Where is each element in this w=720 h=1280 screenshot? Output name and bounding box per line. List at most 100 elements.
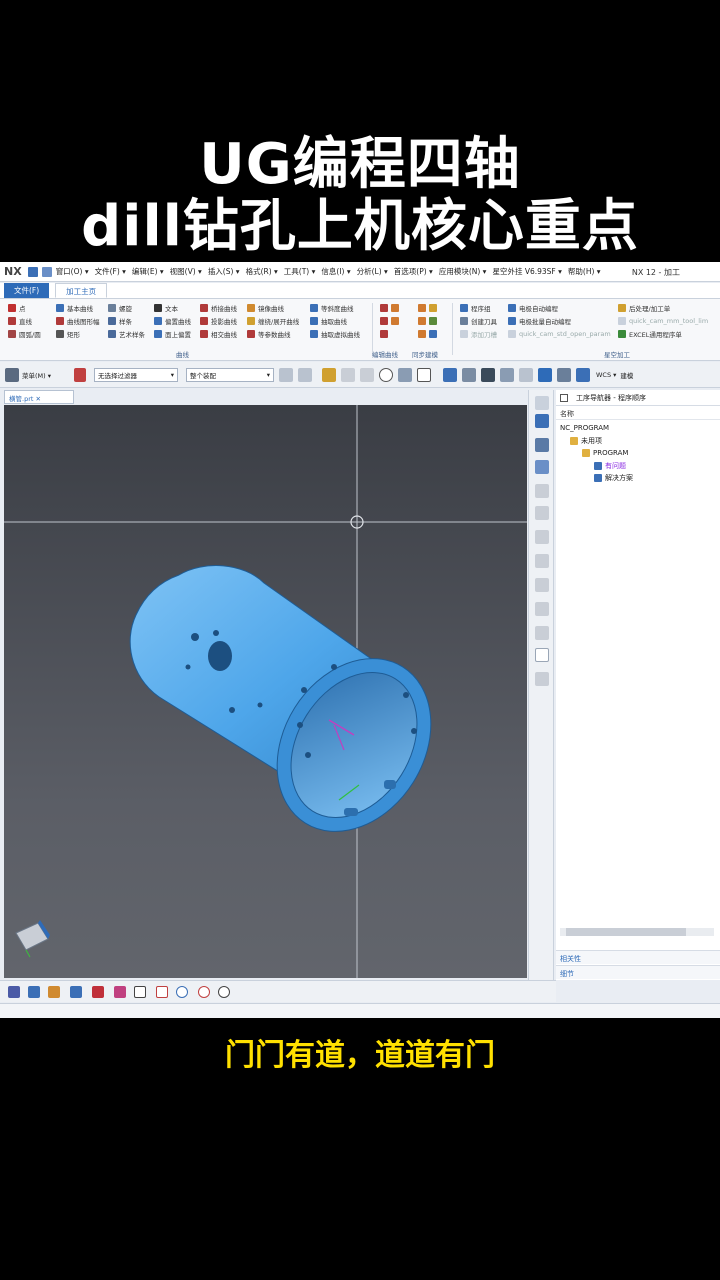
electrode-batch-button[interactable]: 电极批量自动编程 [508, 316, 611, 326]
spline-button[interactable]: 样条 [108, 316, 145, 326]
isocline-curve-button[interactable]: 等斜度曲线 [310, 303, 360, 313]
tree-node[interactable]: 解决方案 [560, 472, 716, 485]
view-orient-icon[interactable] [519, 367, 533, 382]
tool-icon[interactable] [218, 986, 230, 998]
layer-icon[interactable] [576, 367, 590, 382]
fit-view-icon[interactable] [443, 367, 457, 382]
line-button[interactable]: 直线 [8, 316, 41, 326]
offset-curve-button[interactable]: 偏置曲线 [154, 316, 191, 326]
section-dependencies[interactable]: 相关性 [556, 950, 720, 964]
resource-icon[interactable] [535, 672, 549, 686]
sync-delete-button[interactable] [418, 329, 440, 339]
checkbox-icon[interactable] [560, 393, 568, 402]
resource-icon[interactable] [535, 626, 549, 640]
add-tool-slot-button[interactable]: 添加刀槽 [460, 329, 497, 339]
navigator-scrollbar[interactable] [560, 928, 714, 936]
window-icon[interactable] [41, 266, 52, 277]
resource-icon[interactable] [535, 484, 549, 498]
basic-curve-button[interactable]: 基本曲线 [56, 303, 100, 313]
quick-cam-tool-button[interactable]: quick_cam_mm_tool_lim [618, 316, 708, 326]
intersect-curve-button[interactable]: 相交曲线 [200, 329, 237, 339]
electrode-auto-button[interactable]: 电极自动编程 [508, 303, 611, 313]
snap-icon[interactable] [279, 367, 293, 382]
resource-icon[interactable] [535, 554, 549, 568]
tool-icon[interactable] [114, 986, 126, 998]
resource-icon[interactable] [535, 602, 549, 616]
point-snap-icon[interactable] [322, 367, 336, 382]
menu-insert[interactable]: 插入(S) ▾ [208, 266, 240, 277]
type-filter-select[interactable]: 无选择过滤器 ▾ [94, 367, 178, 382]
menu-button[interactable]: 菜单(M) ▾ [22, 370, 72, 380]
part-navigator-icon[interactable] [535, 396, 549, 410]
tool-icon[interactable] [198, 986, 210, 998]
extract-curve-button[interactable]: 抽取曲线 [310, 316, 360, 326]
menu-application[interactable]: 应用模块(N) ▾ [439, 266, 487, 277]
edit-curve-button[interactable] [380, 303, 402, 313]
tool-icon[interactable] [8, 986, 20, 998]
view-triad-icon[interactable] [15, 920, 50, 958]
sync-pull-button[interactable] [418, 316, 440, 326]
section-details[interactable]: 细节 [556, 965, 720, 979]
menu-analysis[interactable]: 分析(L) ▾ [357, 266, 388, 277]
rotate-icon[interactable] [481, 367, 495, 382]
tool-icon[interactable] [176, 986, 188, 998]
wrap-curve-button[interactable]: 缠绕/展开曲线 [247, 316, 299, 326]
text-button[interactable]: 文本 [154, 303, 191, 313]
graphics-viewport[interactable] [4, 405, 527, 978]
project-curve-button[interactable]: 投影曲线 [200, 316, 237, 326]
document-tab[interactable]: 横管.prt ✕ [4, 390, 74, 404]
menu-window[interactable]: 窗口(O) ▾ [56, 266, 89, 277]
trim-curve-button[interactable] [380, 316, 402, 326]
resource-icon[interactable] [535, 578, 549, 592]
display-icon[interactable] [557, 367, 571, 382]
isoparametric-curve-button[interactable]: 等参数曲线 [247, 329, 299, 339]
excel-sheet-button[interactable]: EXCEL通用程序单 [618, 329, 708, 339]
circle-snap-icon[interactable] [379, 367, 393, 382]
extract-virtual-curve-button[interactable]: 抽取虚拟曲线 [310, 329, 360, 339]
machine-tool-navigator-icon[interactable] [535, 460, 549, 474]
build-button[interactable]: 建模 [620, 370, 633, 380]
tab-file[interactable]: 文件(F) [4, 283, 50, 298]
tree-node[interactable]: 未用项 [560, 435, 716, 448]
cylinder-part[interactable] [129, 565, 462, 861]
selection-icon[interactable] [74, 367, 86, 382]
postprocess-button[interactable]: 后处理/加工单 [618, 303, 708, 313]
menu-help[interactable]: 帮助(H) ▾ [568, 266, 601, 277]
operation-navigator-icon[interactable] [535, 438, 549, 452]
resource-icon[interactable] [535, 648, 549, 662]
sync-move-button[interactable] [418, 303, 440, 313]
studio-spline-button[interactable]: 艺术样条 [108, 329, 145, 339]
point-button[interactable]: 点 [8, 303, 41, 313]
helix-button[interactable]: 螺旋 [108, 303, 145, 313]
bridge-curve-button[interactable]: 桥接曲线 [200, 303, 237, 313]
column-header-name[interactable]: 名称 [556, 406, 720, 420]
resource-icon[interactable] [535, 506, 549, 520]
tool-icon[interactable] [70, 986, 82, 998]
wcs-dropdown[interactable]: WCS ▾ [596, 371, 616, 379]
tool-icon[interactable] [48, 986, 60, 998]
program-group-button[interactable]: 程序组 [460, 303, 497, 313]
arc-button[interactable]: 圆弧/圆 [8, 329, 41, 339]
face-offset-button[interactable]: 面上偏置 [154, 329, 191, 339]
tree-node[interactable]: PROGRAM [560, 447, 716, 460]
mirror-curve-button[interactable]: 镜像曲线 [247, 303, 299, 313]
box-select-icon[interactable] [417, 367, 431, 382]
menu-format[interactable]: 格式(R) ▾ [246, 266, 278, 277]
snap-icon[interactable] [298, 367, 312, 382]
render-style-icon[interactable] [538, 367, 552, 382]
quick-cam-std-button[interactable]: quick_cam_std_open_param [508, 329, 611, 339]
curve-length-button[interactable] [380, 329, 402, 339]
menu-edit[interactable]: 编辑(E) ▾ [132, 266, 164, 277]
menu-xk-plugin[interactable]: 星空外挂 V6.93SF ▾ [492, 266, 561, 277]
tool-icon[interactable] [92, 986, 104, 998]
scope-select[interactable]: 整个装配 ▾ [186, 367, 274, 382]
menu-icon[interactable] [5, 367, 19, 382]
save-icon[interactable] [27, 266, 38, 277]
pan-icon[interactable] [500, 367, 514, 382]
face-snap-icon[interactable] [360, 367, 374, 382]
assembly-navigator-icon[interactable] [535, 414, 549, 428]
create-tool-button[interactable]: 创建刀具 [460, 316, 497, 326]
menu-preferences[interactable]: 首选项(P) ▾ [394, 266, 433, 277]
tool-icon[interactable] [134, 986, 146, 998]
menu-tools[interactable]: 工具(T) ▾ [284, 266, 316, 277]
